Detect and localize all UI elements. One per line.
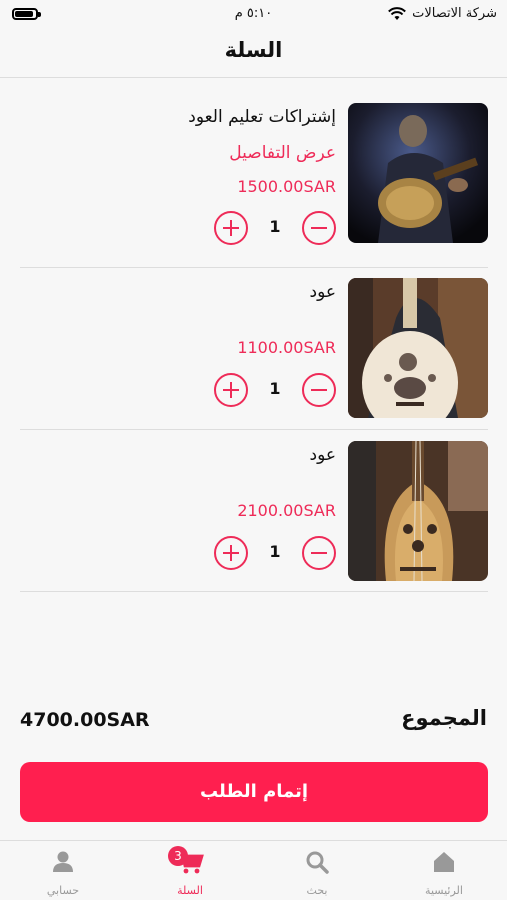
tab-cart[interactable]: 3 السلة bbox=[127, 841, 253, 900]
checkout-button[interactable]: إتمام الطلب bbox=[20, 762, 488, 822]
tab-home[interactable]: الرئيسية bbox=[381, 841, 507, 900]
increase-quantity-button[interactable] bbox=[214, 536, 248, 570]
decrease-quantity-button[interactable] bbox=[302, 373, 336, 407]
product-name: إشتراكات تعليم العود bbox=[188, 107, 336, 127]
cart-count-badge: 3 bbox=[168, 846, 188, 866]
quantity-stepper: 1 bbox=[214, 211, 336, 245]
product-thumbnail[interactable] bbox=[348, 278, 488, 418]
page-title: السلة bbox=[224, 38, 283, 62]
wifi-icon bbox=[388, 6, 407, 20]
tab-label: الرئيسية bbox=[425, 884, 463, 897]
decrease-quantity-button[interactable] bbox=[302, 536, 336, 570]
tab-bar: الرئيسية بحث 3 السلة حسابي bbox=[0, 840, 507, 900]
minus-icon bbox=[311, 226, 327, 229]
product-name: عود bbox=[309, 445, 337, 465]
home-icon bbox=[434, 852, 454, 872]
product-thumbnail[interactable] bbox=[348, 103, 488, 243]
quantity-stepper: 1 bbox=[214, 536, 336, 570]
increase-quantity-button[interactable] bbox=[214, 211, 248, 245]
product-price: 1100.00SAR bbox=[237, 338, 336, 357]
total-value: 4700.00SAR bbox=[20, 709, 150, 731]
decrease-quantity-button[interactable] bbox=[302, 211, 336, 245]
person-icon bbox=[53, 851, 73, 872]
cart-item: إشتراكات تعليم العود عرض التفاصيل 1500.0… bbox=[20, 103, 488, 245]
search-icon bbox=[306, 851, 329, 874]
minus-icon bbox=[311, 551, 327, 554]
quantity-value: 1 bbox=[269, 379, 281, 398]
carrier: شركة الاتصالات bbox=[388, 6, 497, 21]
total-label: المجموع bbox=[401, 706, 487, 730]
tab-search[interactable]: بحث bbox=[254, 841, 380, 900]
minus-icon bbox=[311, 388, 327, 391]
status-bar: ٥:١٠ م شركة الاتصالات bbox=[0, 0, 507, 30]
tab-label: السلة bbox=[177, 884, 203, 897]
navigation-header: السلة bbox=[0, 30, 507, 78]
quantity-value: 1 bbox=[269, 217, 281, 236]
product-price: 1500.00SAR bbox=[237, 177, 336, 196]
product-name: عود bbox=[309, 282, 337, 302]
divider bbox=[20, 267, 488, 268]
quantity-value: 1 bbox=[269, 542, 281, 561]
tab-account[interactable]: حسابي bbox=[0, 841, 126, 900]
quantity-stepper: 1 bbox=[214, 373, 336, 407]
tab-label: بحث bbox=[306, 884, 328, 897]
divider bbox=[20, 429, 488, 430]
divider bbox=[20, 591, 488, 592]
cart-item: عود 2100.00SAR 1 bbox=[20, 441, 488, 581]
tab-label: حسابي bbox=[46, 884, 80, 897]
view-details-link[interactable]: عرض التفاصيل bbox=[229, 143, 336, 163]
increase-quantity-button[interactable] bbox=[214, 373, 248, 407]
product-price: 2100.00SAR bbox=[237, 501, 336, 520]
product-thumbnail[interactable] bbox=[348, 441, 488, 581]
cart-item: عود 1100.00SAR 1 bbox=[20, 278, 488, 418]
carrier-name: شركة الاتصالات bbox=[412, 6, 497, 21]
